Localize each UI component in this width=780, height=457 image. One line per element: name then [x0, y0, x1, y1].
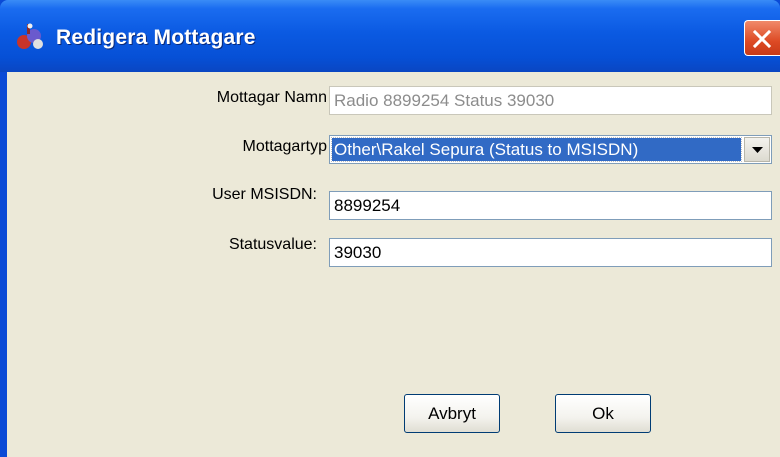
window-title: Redigera Mottagare	[56, 26, 256, 49]
type-label: Mottagartyp	[242, 138, 327, 155]
chevron-down-icon	[752, 147, 763, 153]
name-label: Mottagar Namn	[216, 89, 327, 106]
type-select-value: Other\Rakel Sepura (Status to MSISDN)	[331, 137, 742, 162]
status-label: Statusvalue:	[228, 236, 317, 253]
dialog-body: Mottagar Namn Radio 8899254 Status 39030…	[7, 72, 780, 457]
ok-button[interactable]: Ok	[555, 394, 651, 433]
status-field[interactable]: 39030	[329, 238, 772, 267]
close-button[interactable]	[744, 20, 780, 56]
msisdn-label: User MSISDN:	[212, 186, 317, 203]
close-icon	[752, 29, 772, 49]
name-field: Radio 8899254 Status 39030	[329, 86, 772, 115]
cancel-button[interactable]: Avbryt	[404, 394, 500, 433]
type-select[interactable]: Other\Rakel Sepura (Status to MSISDN)	[329, 135, 772, 164]
title-bar[interactable]: Redigera Mottagare	[0, 0, 780, 72]
msisdn-field[interactable]: 8899254	[329, 191, 772, 220]
app-icon	[14, 22, 48, 52]
type-dropdown-button[interactable]	[744, 137, 770, 162]
dialog-window: Redigera Mottagare Mottagar Namn Radio 8…	[0, 0, 780, 457]
